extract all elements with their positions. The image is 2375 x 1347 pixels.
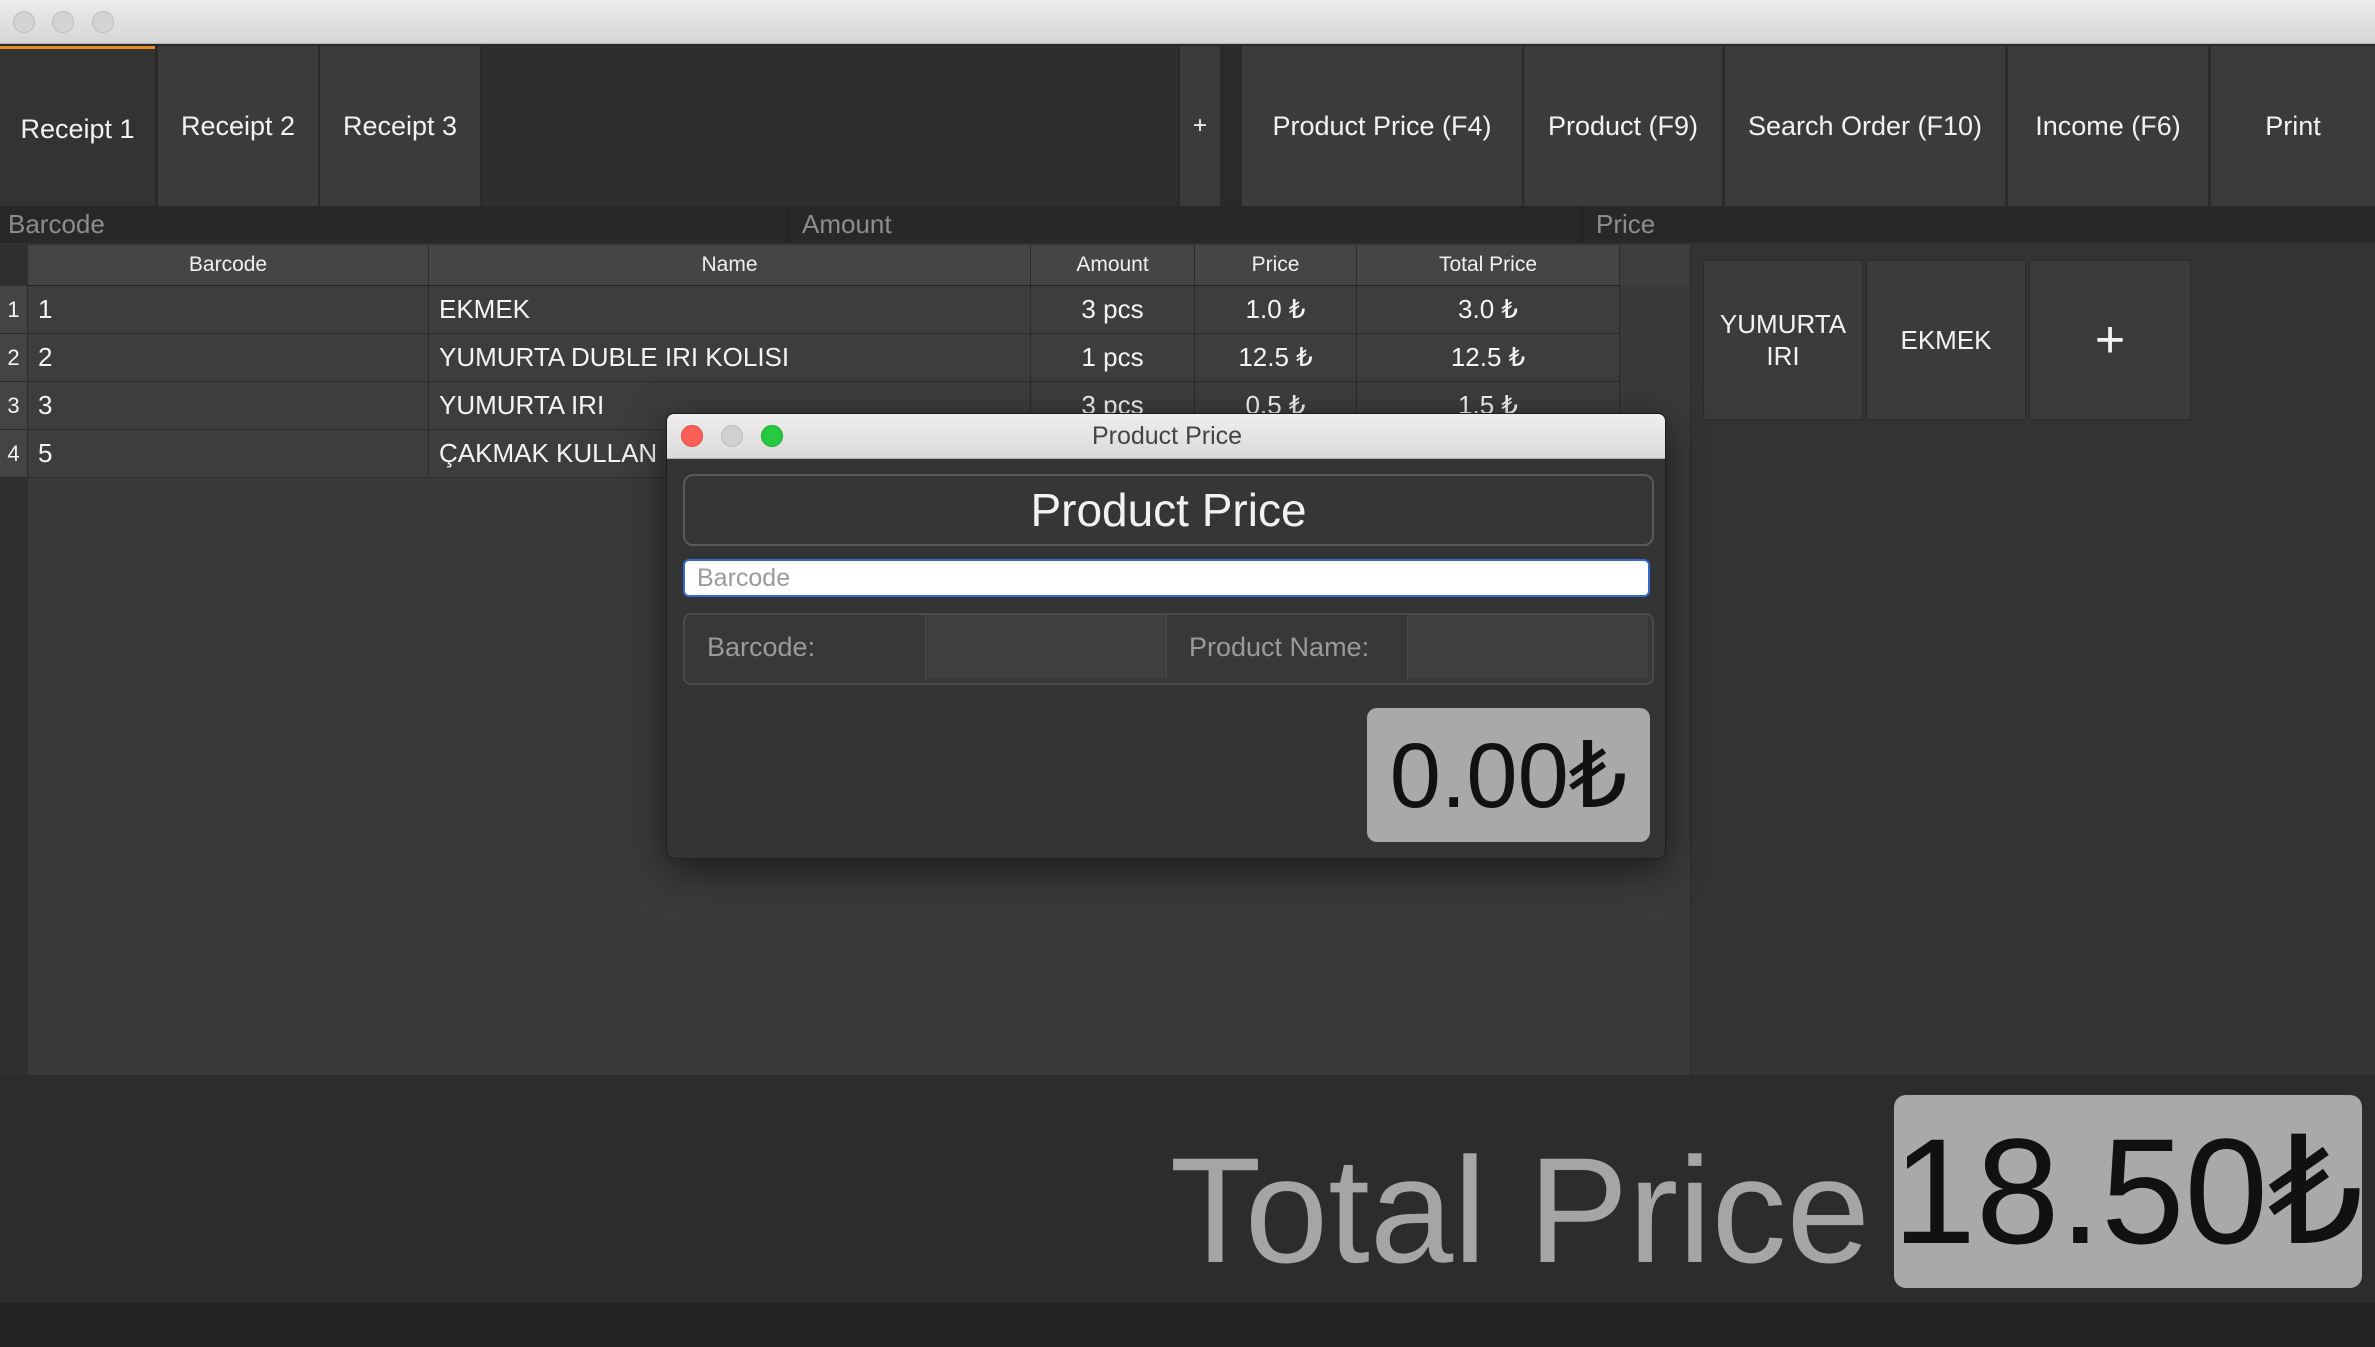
add-quick-product-button[interactable]: + <box>2029 260 2191 420</box>
column-header-total-price[interactable]: Total Price <box>1357 245 1620 285</box>
dialog-price-display: 0.00₺ <box>1367 708 1650 842</box>
quick-product-yumurta-iri[interactable]: YUMURTA IRI <box>1703 260 1863 420</box>
window-titlebar <box>0 0 2375 44</box>
dialog-close-icon[interactable] <box>681 425 703 447</box>
cell-barcode: 5 <box>28 430 429 478</box>
product-price-button[interactable]: Product Price (F4) <box>1242 46 1522 206</box>
entry-fields-row <box>0 206 2375 243</box>
cell-barcode: 1 <box>28 286 429 334</box>
cell-total-price: 3.0 ₺ <box>1357 286 1620 334</box>
cell-amount: 3 pcs <box>1031 286 1195 334</box>
print-button[interactable]: Print <box>2211 46 2375 206</box>
tab-receipt-1[interactable]: Receipt 1 <box>0 46 155 209</box>
status-bar <box>0 1303 2375 1347</box>
cell-total-price: 12.5 ₺ <box>1357 334 1620 382</box>
product-price-dialog: Product Price Product Price Barcode: Pro… <box>666 413 1666 859</box>
dialog-product-info: Barcode: Product Name: <box>683 613 1654 685</box>
barcode-input[interactable] <box>0 206 786 243</box>
income-button[interactable]: Income (F6) <box>2008 46 2208 206</box>
barcode-label: Barcode: <box>707 631 816 662</box>
total-price-value: 18.50₺ <box>1893 1095 2363 1288</box>
row-number: 1 <box>0 286 28 334</box>
cell-name: YUMURTA DUBLE IRI KOLISI <box>429 334 1031 382</box>
dialog-titlebar: Product Price <box>667 414 1665 459</box>
total-price-label: Total Price <box>1169 1126 1870 1294</box>
cell-barcode: 2 <box>28 334 429 382</box>
column-header-name[interactable]: Name <box>429 245 1031 285</box>
cell-name: EKMEK <box>429 286 1031 334</box>
table-header: Barcode Name Amount Price Total Price <box>28 245 1620 286</box>
table-corner <box>1620 245 1690 285</box>
cell-amount: 1 pcs <box>1031 334 1195 382</box>
cell-price: 12.5 ₺ <box>1195 334 1357 382</box>
search-order-button[interactable]: Search Order (F10) <box>1725 46 2005 206</box>
quick-products-panel: YUMURTA IRI EKMEK + <box>1690 245 2375 1075</box>
quick-product-ekmek[interactable]: EKMEK <box>1866 260 2026 420</box>
total-bar: Total Price 18.50₺ <box>0 1075 2375 1303</box>
add-receipt-button[interactable]: + <box>1180 46 1220 206</box>
dialog-header: Product Price <box>683 474 1654 546</box>
row-number: 3 <box>0 382 28 430</box>
product-name-value <box>1407 615 1648 679</box>
column-header-amount[interactable]: Amount <box>1031 245 1195 285</box>
product-button[interactable]: Product (F9) <box>1524 46 1722 206</box>
row-number: 2 <box>0 334 28 382</box>
dialog-zoom-icon[interactable] <box>761 425 783 447</box>
barcode-value <box>925 615 1167 679</box>
dialog-window-title: Product Price <box>1091 421 1243 450</box>
minimize-window-icon[interactable] <box>52 11 74 33</box>
cell-price: 1.0 ₺ <box>1195 286 1357 334</box>
tab-receipt-3[interactable]: Receipt 3 <box>320 46 480 206</box>
tab-receipt-2[interactable]: Receipt 2 <box>158 46 318 206</box>
row-number: 4 <box>0 430 28 478</box>
cell-barcode: 3 <box>28 382 429 430</box>
top-toolbar: Receipt 1 Receipt 2 Receipt 3 + Product … <box>0 44 2375 209</box>
column-header-price[interactable]: Price <box>1195 245 1357 285</box>
close-window-icon[interactable] <box>13 11 35 33</box>
column-header-barcode[interactable]: Barcode <box>28 245 429 285</box>
zoom-window-icon[interactable] <box>92 11 114 33</box>
tab-strip-empty <box>482 46 1178 206</box>
table-row[interactable]: 1 1 EKMEK 3 pcs 1.0 ₺ 3.0 ₺ <box>0 286 1620 334</box>
table-row[interactable]: 2 2 YUMURTA DUBLE IRI KOLISI 1 pcs 12.5 … <box>0 334 1620 382</box>
product-name-label: Product Name: <box>1189 631 1370 662</box>
amount-input[interactable] <box>790 206 1580 243</box>
dialog-barcode-search-input[interactable] <box>683 559 1650 597</box>
price-input[interactable] <box>1584 206 2375 243</box>
dialog-minimize-icon[interactable] <box>721 425 743 447</box>
